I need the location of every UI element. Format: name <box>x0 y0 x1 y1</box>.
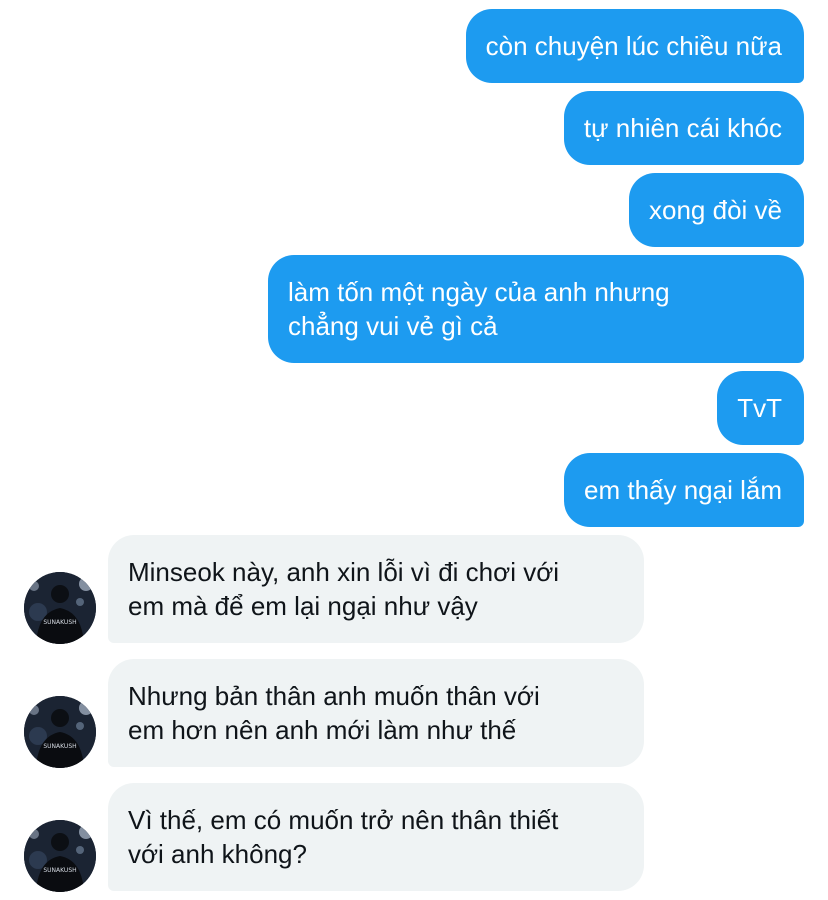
sent-message-bubble[interactable]: TvT <box>717 371 804 445</box>
message-text-line: chẳng vui vẻ gì cả <box>288 311 498 341</box>
svg-text:SUNAKUSH: SUNAKUSH <box>43 867 76 874</box>
avatar[interactable]: SUNAKUSH <box>24 572 96 644</box>
sent-message-bubble[interactable]: làm tốn một ngày của anh nhưng chẳng vui… <box>268 255 804 363</box>
message-text-line: em hơn nên anh mới làm như thế <box>128 715 517 745</box>
message-text: em thấy ngại lắm <box>584 475 782 505</box>
avatar[interactable]: SUNAKUSH <box>24 696 96 768</box>
received-message-bubble[interactable]: Minseok này, anh xin lỗi vì đi chơi với … <box>108 535 644 643</box>
message-text-line: làm tốn một ngày của anh nhưng <box>288 277 670 307</box>
message-text-line: Minseok này, anh xin lỗi vì đi chơi với <box>128 557 560 587</box>
sent-message-bubble[interactable]: xong đòi về <box>629 173 804 247</box>
message-text: TvT <box>737 393 782 423</box>
dm-conversation: { "conversation": { "sent": [ {"lines": … <box>0 0 828 900</box>
message-text: còn chuyện lúc chiều nữa <box>485 31 782 61</box>
profile-photo-avatar-icon: SUNAKUSH <box>24 572 96 644</box>
message-text-line: em mà để em lại ngại như vậy <box>128 591 478 621</box>
avatar[interactable]: SUNAKUSH <box>24 820 96 892</box>
profile-photo-avatar-icon: SUNAKUSH <box>24 696 96 768</box>
message-text: tự nhiên cái khóc <box>583 113 782 143</box>
svg-text:SUNAKUSH: SUNAKUSH <box>43 619 76 626</box>
received-message-bubble[interactable]: Nhưng bản thân anh muốn thân với em hơn … <box>108 659 644 767</box>
sent-message-bubble[interactable]: tự nhiên cái khóc <box>563 91 804 165</box>
message-text: xong đòi về <box>649 195 782 225</box>
message-text-line: với anh không? <box>128 839 307 869</box>
svg-text:SUNAKUSH: SUNAKUSH <box>43 743 76 750</box>
sent-message-bubble[interactable]: còn chuyện lúc chiều nữa <box>465 9 804 83</box>
sent-message-bubble[interactable]: em thấy ngại lắm <box>564 453 804 527</box>
message-text-line: Vì thế, em có muốn trở nên thân thiết <box>128 805 559 835</box>
received-message-bubble[interactable]: Vì thế, em có muốn trở nên thân thiết vớ… <box>108 783 644 891</box>
message-text-line: Nhưng bản thân anh muốn thân với <box>128 681 540 711</box>
profile-photo-avatar-icon: SUNAKUSH <box>24 820 96 892</box>
